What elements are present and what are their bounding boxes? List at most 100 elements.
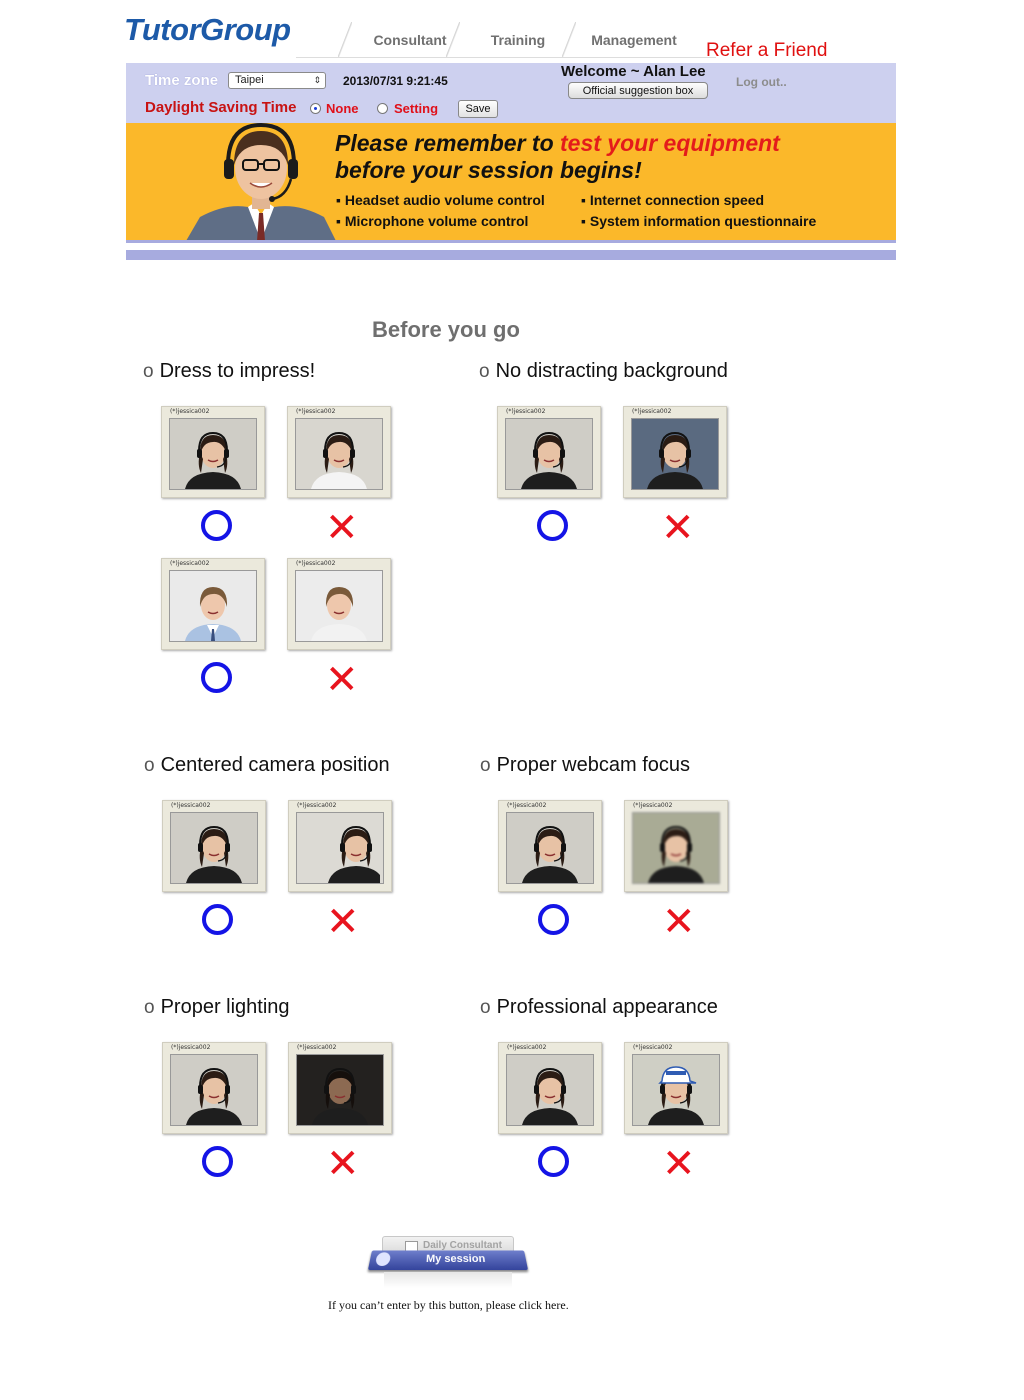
webcam-person-figure: [328, 825, 380, 883]
good-example-thumbnail: (*)jessica002: [162, 1042, 266, 1134]
incorrect-cross-icon: ✕: [662, 1142, 696, 1186]
tutorgroup-logo[interactable]: TutorGroup: [124, 12, 291, 48]
webcam-screen: [295, 570, 383, 642]
bullet-marker: o: [480, 755, 491, 776]
webcam-screen: [632, 812, 720, 884]
webcam-caption: (*)jessica002: [506, 408, 546, 415]
good-example-thumbnail: (*)jessica002: [161, 406, 265, 498]
webcam-person-figure: [311, 587, 367, 641]
timezone-label: Time zone: [145, 72, 219, 89]
logo-text: TutorGroup: [124, 12, 291, 47]
guideline-heading-text: No distracting background: [495, 360, 728, 382]
correct-circle-icon: [201, 662, 232, 693]
correct-circle-icon: [202, 904, 233, 935]
correct-circle-icon: [202, 1146, 233, 1177]
banner-headline-plain: Please remember to: [335, 130, 561, 156]
webcam-person-figure: [186, 1067, 242, 1125]
tab-divider: [338, 22, 352, 58]
bullet-marker: o: [479, 361, 490, 382]
my-session-button[interactable]: Daily Consultant My session: [367, 1236, 529, 1288]
dst-none-label[interactable]: None: [326, 101, 359, 116]
nav-underline: [296, 57, 716, 58]
guideline-heading-text: Centered camera position: [160, 754, 390, 776]
incorrect-cross-icon: ✕: [325, 506, 359, 550]
tab-divider: [562, 22, 576, 58]
webcam-caption: (*)jessica002: [507, 1044, 547, 1051]
bad-example-thumbnail: (*)jessica002: [288, 1042, 392, 1134]
session-person-icon: [374, 1252, 392, 1266]
good-example-thumbnail: (*)jessica002: [161, 558, 265, 650]
header-bottom-bar: [126, 250, 896, 260]
banner-bullet-audio: ▪ Headset audio volume control: [336, 192, 545, 208]
webcam-person-figure: [185, 587, 241, 641]
incorrect-cross-icon: ✕: [326, 900, 360, 944]
webcam-person-figure: [648, 825, 704, 883]
webcam-screen: [506, 1054, 594, 1126]
webcam-caption: (*)jessica002: [297, 1044, 337, 1051]
bad-example-thumbnail: (*)jessica002: [623, 406, 727, 498]
webcam-person-figure: [648, 1066, 704, 1125]
webcam-screen: [296, 1054, 384, 1126]
nav-tab-management[interactable]: Management: [562, 22, 694, 58]
webcam-screen: [169, 418, 257, 490]
refer-a-friend-link[interactable]: Refer a Friend: [706, 40, 827, 62]
bullet-marker: o: [144, 997, 155, 1018]
bullet-marker: o: [144, 755, 155, 776]
guideline-heading: o No distracting background: [479, 360, 728, 383]
bad-example-thumbnail: (*)jessica002: [287, 558, 391, 650]
my-session-tab[interactable]: My session: [367, 1250, 529, 1271]
suggestion-box-button[interactable]: Official suggestion box: [568, 82, 708, 99]
correct-circle-icon: [538, 1146, 569, 1177]
nav-tab-training[interactable]: Training: [446, 22, 578, 58]
webcam-screen: [169, 570, 257, 642]
correct-circle-icon: [537, 510, 568, 541]
timezone-value: Taipei: [235, 74, 264, 86]
webcam-caption: (*)jessica002: [296, 560, 336, 567]
dst-setting-radio[interactable]: [377, 103, 388, 114]
dst-setting-label[interactable]: Setting: [394, 101, 438, 116]
webcam-caption: (*)jessica002: [171, 802, 211, 809]
my-session-label: My session: [425, 1253, 486, 1265]
incorrect-cross-icon: ✕: [661, 506, 695, 550]
webcam-caption: (*)jessica002: [170, 408, 210, 415]
daily-consultant-label: Daily Consultant: [423, 1240, 502, 1251]
banner-bullet-connection: ▪ Internet connection speed: [581, 192, 765, 208]
good-example-thumbnail: (*)jessica002: [498, 1042, 602, 1134]
banner-headline-line2: before your session begins!: [335, 157, 642, 183]
good-example-thumbnail: (*)jessica002: [497, 406, 601, 498]
section-title: Before you go: [372, 317, 520, 342]
good-example-thumbnail: (*)jessica002: [498, 800, 602, 892]
save-button[interactable]: Save: [458, 100, 498, 118]
webcam-screen: [170, 812, 258, 884]
logout-link[interactable]: Log out..: [736, 75, 787, 89]
guideline-heading: o Dress to impress!: [143, 360, 315, 383]
correct-circle-icon: [538, 904, 569, 935]
dst-none-radio[interactable]: [310, 103, 321, 114]
bullet-marker: o: [480, 997, 491, 1018]
guideline-heading-text: Proper lighting: [160, 996, 290, 1018]
banner-underline: [126, 240, 896, 243]
webcam-screen: [632, 1054, 720, 1126]
webcam-caption: (*)jessica002: [296, 408, 336, 415]
guideline-heading-text: Dress to impress!: [159, 360, 316, 382]
webcam-person-figure: [521, 431, 577, 489]
webcam-caption: (*)jessica002: [171, 1044, 211, 1051]
webcam-caption: (*)jessica002: [297, 802, 337, 809]
banner-headline: Please remember to test your equipment b…: [335, 130, 780, 184]
timezone-select[interactable]: Taipei ⇕: [228, 72, 326, 89]
webcam-person-figure: [311, 431, 367, 489]
webcam-caption: (*)jessica002: [170, 560, 210, 567]
fallback-link-text[interactable]: If you can’t enter by this button, pleas…: [328, 1298, 569, 1313]
incorrect-cross-icon: ✕: [662, 900, 696, 944]
bad-example-thumbnail: (*)jessica002: [624, 800, 728, 892]
welcome-message: Welcome ~ Alan Lee: [561, 63, 706, 80]
webcam-screen: [295, 418, 383, 490]
webcam-person-figure: [186, 825, 242, 883]
webcam-person-figure: [185, 431, 241, 489]
guideline-heading: o Centered camera position: [144, 754, 390, 777]
bullet-marker: o: [143, 361, 154, 382]
current-datetime: 2013/07/31 9:21:45: [343, 74, 448, 88]
webcam-person-figure: [522, 825, 578, 883]
incorrect-cross-icon: ✕: [326, 1142, 360, 1186]
incorrect-cross-icon: ✕: [325, 658, 359, 702]
